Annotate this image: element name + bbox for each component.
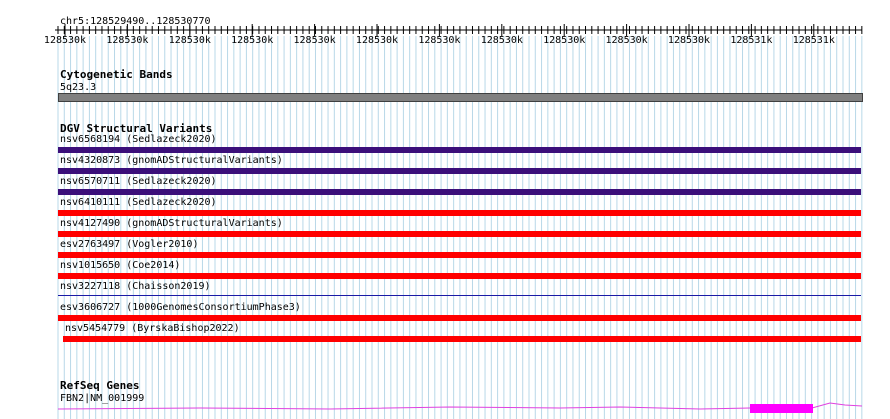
dgv-variant-bar[interactable]: [58, 147, 861, 153]
dgv-variant-label: esv3606727 (1000GenomesConsortiumPhase3): [60, 302, 301, 313]
ruler-tick-label: 128530k: [667, 35, 711, 46]
dgv-variant-bar[interactable]: [58, 210, 861, 216]
dgv-variant-bar[interactable]: [58, 189, 861, 195]
ruler-tick-label: 128530k: [43, 35, 87, 46]
dgv-variant-bar[interactable]: [58, 252, 861, 258]
ruler-tick-label: 128530k: [168, 35, 211, 46]
ruler-tick-label: 128531k: [730, 35, 773, 46]
dgv-variant-bar[interactable]: [58, 273, 861, 279]
gene-exon: [750, 404, 813, 413]
dgv-variant-label: nsv4320873 (gnomADStructuralVariants): [60, 155, 283, 166]
ruler-tick-label: 128530k: [231, 35, 274, 46]
ruler-tick-label: 128530k: [293, 35, 336, 46]
ruler-tick-label: 128530k: [480, 35, 523, 46]
dgv-variant-label: nsv4127490 (gnomADStructuralVariants): [60, 218, 283, 229]
dgv-variant-bar[interactable]: [58, 168, 861, 174]
refseq-gene-model[interactable]: [0, 398, 890, 419]
ruler-tick-label: 128530k: [355, 35, 399, 46]
dgv-variant-label: nsv5454779 (ByrskaBishop2022): [65, 323, 240, 334]
refseq-track-title: RefSeq Genes: [60, 379, 140, 392]
dgv-variant-label: nsv6568194 (Sedlazeck2020): [60, 134, 217, 145]
dgv-variant-bar[interactable]: [58, 231, 861, 237]
dgv-variant-label: esv2763497 (Vogler2010): [60, 239, 199, 250]
dgv-variant-bar[interactable]: [58, 295, 861, 296]
ruler-tick-label: 128530k: [543, 35, 586, 46]
dgv-variant-label: nsv1015650 (Coe2014): [60, 260, 181, 271]
dgv-variant-label: nsv6410111 (Sedlazeck2020): [60, 197, 217, 208]
dgv-variant-bar[interactable]: [58, 315, 861, 321]
ruler-tick-label: 128530k: [605, 35, 648, 46]
gene-intron-line: [57, 402, 863, 410]
ruler-axis: [55, 24, 863, 36]
cytoband-label: 5q23.3: [60, 82, 97, 93]
dgv-variant-label: nsv3227118 (Chaisson2019): [60, 281, 211, 292]
dgv-variant-bar[interactable]: [63, 336, 861, 342]
ruler-tick-label: 128530k: [418, 35, 461, 46]
dgv-variant-label: nsv6570711 (Sedlazeck2020): [60, 176, 217, 187]
ruler-tick-label: 128530k: [106, 35, 149, 46]
cytoband-track-title: Cytogenetic Bands: [60, 68, 173, 81]
cytoband-bar[interactable]: [58, 93, 863, 102]
ruler-tick-label: 128531k: [792, 35, 835, 46]
